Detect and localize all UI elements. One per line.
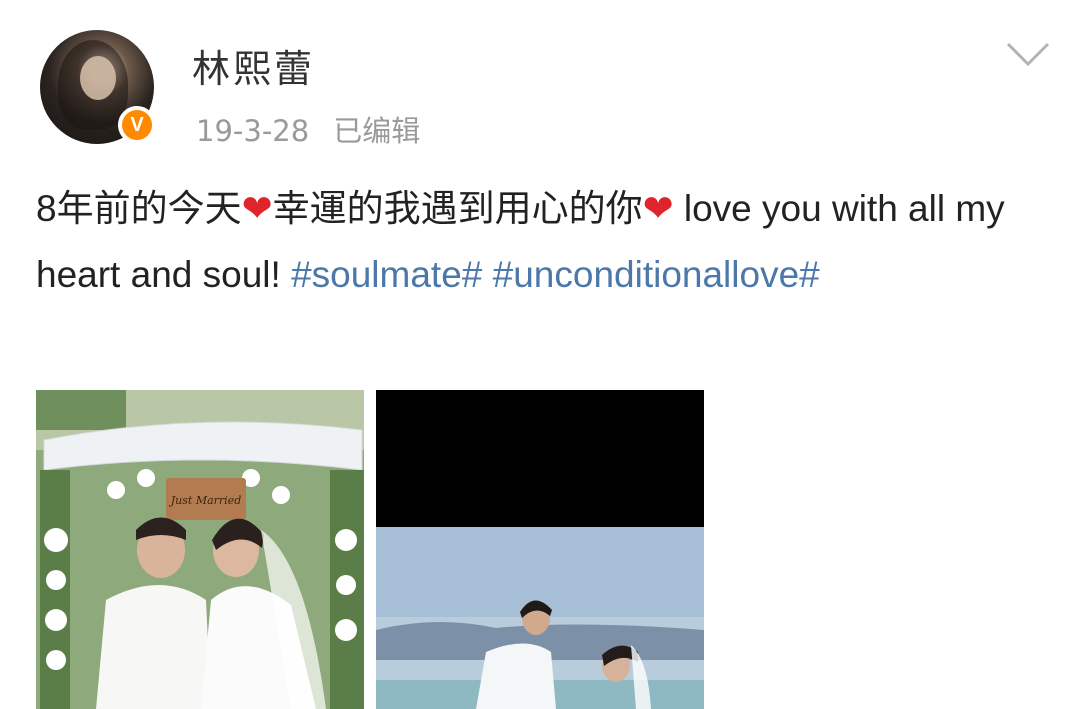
photo-sign-text: Just Married bbox=[169, 494, 241, 507]
author-name[interactable]: 林熙蕾 bbox=[192, 38, 315, 93]
edited-label[interactable]: 已编辑 bbox=[333, 114, 420, 148]
post-text-segment: 幸運的我遇到用心的你 bbox=[272, 188, 643, 229]
post-text-segment: 8年前的今天 bbox=[36, 188, 242, 229]
hashtag-link[interactable]: #soulmate# bbox=[291, 254, 482, 295]
chevron-down-icon[interactable] bbox=[1005, 40, 1051, 68]
post-text-segment bbox=[482, 254, 492, 295]
heart-icon: ❤ bbox=[642, 187, 674, 230]
hashtag-link[interactable]: #unconditionallove# bbox=[493, 254, 820, 295]
post-meta: 19-3-28 已编辑 bbox=[196, 108, 420, 150]
post-date: 19-3-28 bbox=[196, 114, 310, 148]
verified-badge-icon: V bbox=[118, 106, 156, 144]
post-photo[interactable] bbox=[376, 390, 704, 709]
post-photo[interactable]: Just Married bbox=[36, 390, 364, 709]
heart-icon: ❤ bbox=[241, 187, 273, 230]
photo-wedding-cart: Just Married bbox=[36, 390, 364, 709]
photo-beach-couple bbox=[376, 390, 704, 709]
avatar-face bbox=[80, 56, 116, 100]
post-text: 8年前的今天❤幸運的我遇到用心的你❤ love you with all my … bbox=[36, 176, 1046, 308]
